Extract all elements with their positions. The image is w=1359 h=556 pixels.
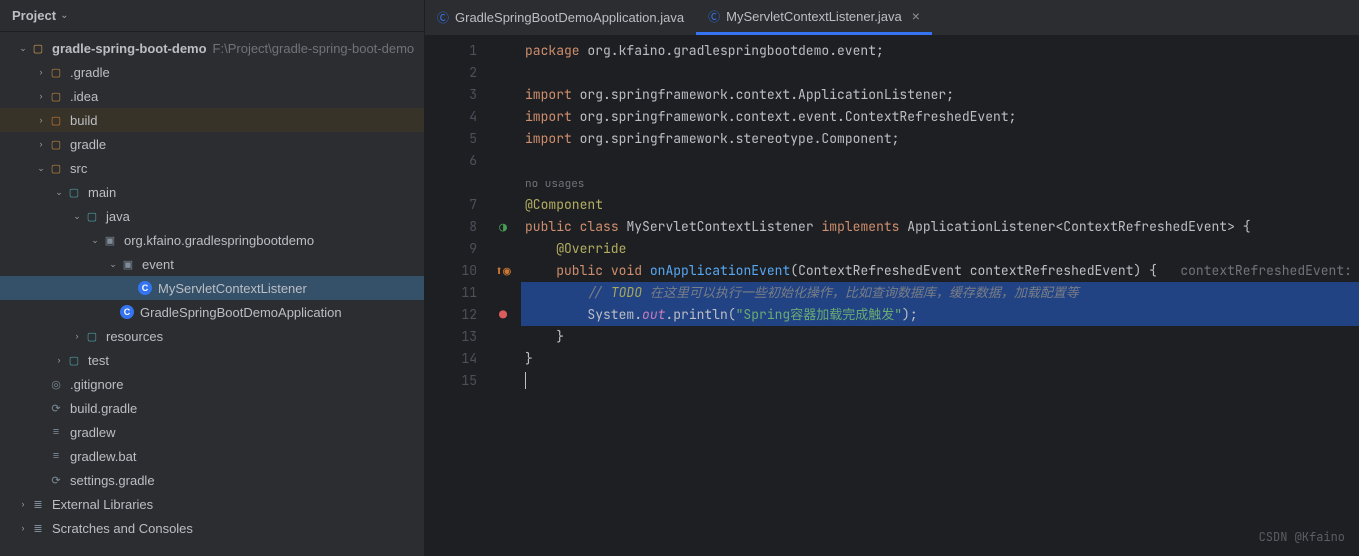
chevron-right-icon[interactable]: ›	[34, 115, 48, 125]
folder-icon: ▢	[30, 40, 46, 56]
library-icon: ≣	[30, 496, 46, 512]
class-icon: C	[138, 281, 152, 295]
chevron-down-icon[interactable]: ⌄	[16, 43, 30, 54]
tree-item[interactable]: ·⟳build.gradle	[0, 396, 424, 420]
chevron-right-icon[interactable]: ›	[34, 139, 48, 149]
tree-item[interactable]: ·CGradleSpringBootDemoApplication	[0, 300, 424, 324]
tree-item[interactable]: ·≡gradlew	[0, 420, 424, 444]
tree-item[interactable]: ·⟳settings.gradle	[0, 468, 424, 492]
chevron-down-icon: ⌄	[60, 10, 68, 21]
chevron-down-icon[interactable]: ⌄	[88, 235, 102, 246]
text-caret	[525, 372, 526, 389]
project-path: F:\Project\gradle-spring-boot-demo	[213, 41, 415, 56]
tree-root[interactable]: ⌄ ▢ gradle-spring-boot-demo F:\Project\g…	[0, 36, 424, 60]
file-icon: ◎	[48, 376, 64, 392]
sidebar-title: Project	[12, 8, 56, 23]
tree-item[interactable]: ⌄▣event	[0, 252, 424, 276]
chevron-right-icon[interactable]: ›	[52, 355, 66, 365]
tree-item[interactable]: ·◎.gitignore	[0, 372, 424, 396]
tree-item[interactable]: ›▢.gradle	[0, 60, 424, 84]
folder-icon: ▢	[48, 160, 64, 176]
tree-item[interactable]: ›▢test	[0, 348, 424, 372]
override-marker-icon[interactable]: ⬆◉	[495, 260, 511, 282]
chevron-down-icon[interactable]: ⌄	[70, 211, 84, 222]
package-icon: ▣	[120, 256, 136, 272]
tree-item-selected[interactable]: ·CMyServletContextListener	[0, 276, 424, 300]
tree-item[interactable]: ⌄▢java	[0, 204, 424, 228]
java-class-icon: Ⓒ	[708, 8, 720, 25]
inlay-hint: contextRefreshedEvent:	[1180, 262, 1352, 279]
chevron-down-icon[interactable]: ⌄	[106, 259, 120, 270]
editor-pane: ⒸGradleSpringBootDemoApplication.java ⒸM…	[425, 0, 1359, 556]
chevron-right-icon[interactable]: ›	[70, 331, 84, 341]
resources-folder-icon: ▢	[84, 328, 100, 344]
folder-icon: ▢	[48, 88, 64, 104]
java-class-icon: Ⓒ	[437, 9, 449, 26]
editor-tabs: ⒸGradleSpringBootDemoApplication.java ⒸM…	[425, 0, 1359, 36]
usages-hint[interactable]: no usages	[525, 177, 584, 191]
code-body[interactable]: package org.kfaino.gradlespringbootdemo.…	[521, 36, 1359, 556]
chevron-right-icon[interactable]: ›	[16, 499, 30, 509]
class-icon: C	[120, 305, 134, 319]
tab-inactive[interactable]: ⒸGradleSpringBootDemoApplication.java	[425, 0, 696, 35]
chevron-down-icon[interactable]: ⌄	[34, 163, 48, 174]
project-sidebar: Project ⌄ ⌄ ▢ gradle-spring-boot-demo F:…	[0, 0, 425, 556]
code-editor[interactable]: 123456789101112131415 ◑ ⬆◉ ● package org…	[425, 36, 1359, 556]
source-folder-icon: ▢	[84, 208, 100, 224]
tree-item[interactable]: ⌄▢src	[0, 156, 424, 180]
file-icon: ≡	[48, 424, 64, 440]
tree-item[interactable]: ⌄▢main	[0, 180, 424, 204]
tree-item[interactable]: ›▢build	[0, 108, 424, 132]
gutter-marks: ◑ ⬆◉ ●	[485, 36, 521, 556]
project-tree[interactable]: ⌄ ▢ gradle-spring-boot-demo F:\Project\g…	[0, 32, 424, 556]
tree-item[interactable]: ⌄▣org.kfaino.gradlespringbootdemo	[0, 228, 424, 252]
module-icon: ▢	[66, 352, 82, 368]
run-marker-icon[interactable]: ◑	[499, 216, 507, 238]
package-icon: ▣	[102, 232, 118, 248]
project-name: gradle-spring-boot-demo	[52, 41, 207, 56]
tab-active[interactable]: ⒸMyServletContextListener.java×	[696, 0, 932, 35]
tree-item[interactable]: ›▢resources	[0, 324, 424, 348]
close-icon[interactable]: ×	[912, 8, 920, 24]
chevron-right-icon[interactable]: ›	[16, 523, 30, 533]
file-icon: ≡	[48, 448, 64, 464]
breakpoint-icon[interactable]: ●	[499, 304, 507, 326]
tree-item[interactable]: ›▢gradle	[0, 132, 424, 156]
tree-item[interactable]: ›▢.idea	[0, 84, 424, 108]
chevron-right-icon[interactable]: ›	[34, 91, 48, 101]
chevron-down-icon[interactable]: ⌄	[52, 187, 66, 198]
line-numbers: 123456789101112131415	[425, 36, 485, 556]
watermark: CSDN @Kfaino	[1259, 526, 1345, 548]
folder-icon: ▢	[48, 64, 64, 80]
folder-icon: ▢	[48, 136, 64, 152]
sidebar-header[interactable]: Project ⌄	[0, 0, 424, 32]
gradle-icon: ⟳	[48, 472, 64, 488]
tree-item-external[interactable]: ›≣External Libraries	[0, 492, 424, 516]
tree-item-scratches[interactable]: ›≣Scratches and Consoles	[0, 516, 424, 540]
chevron-right-icon[interactable]: ›	[34, 67, 48, 77]
scratches-icon: ≣	[30, 520, 46, 536]
folder-icon: ▢	[48, 112, 64, 128]
tree-item[interactable]: ·≡gradlew.bat	[0, 444, 424, 468]
gradle-icon: ⟳	[48, 400, 64, 416]
module-icon: ▢	[66, 184, 82, 200]
